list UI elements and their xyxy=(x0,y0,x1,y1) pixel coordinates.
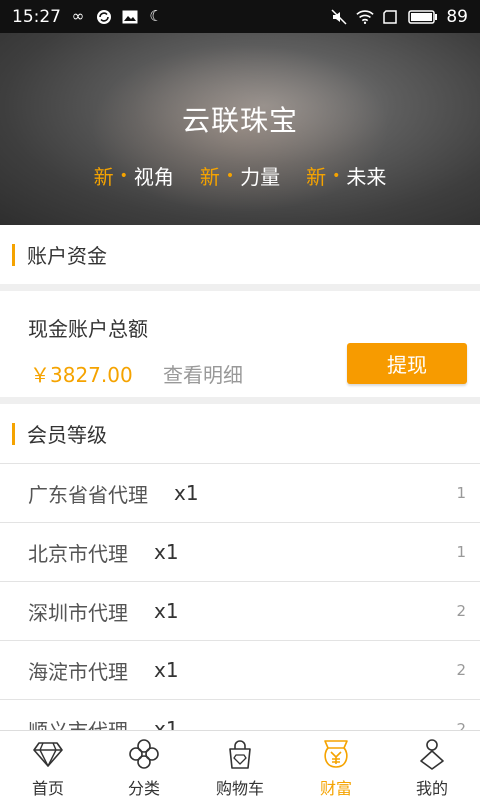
tab-label: 我的 xyxy=(415,779,448,798)
slogan-item: 新 • 未来 xyxy=(306,161,386,190)
image-icon xyxy=(121,8,139,26)
tab-cart[interactable]: 购物车 xyxy=(192,731,288,800)
battery-icon xyxy=(408,8,438,26)
list-item[interactable]: 北京市代理 x1 1 xyxy=(0,522,480,581)
tab-label: 分类 xyxy=(127,779,160,798)
slogan-text: 视角 xyxy=(133,165,174,189)
account-section-title: 账户资金 xyxy=(27,244,107,268)
slogan-highlight: 新 xyxy=(93,165,114,189)
hero-banner: 云联珠宝 新 • 视角 新 • 力量 新 • 未来 xyxy=(0,33,480,225)
cash-amount: ￥3827.00 xyxy=(30,363,133,387)
slogan-item: 新 • 力量 xyxy=(200,161,280,190)
member-multiplier: x1 xyxy=(174,481,199,505)
cash-account-title: 现金账户总额 xyxy=(28,317,148,341)
member-level-name: 顺义市代理 xyxy=(28,715,128,731)
clover-icon xyxy=(129,739,159,769)
slogan-text: 力量 xyxy=(240,165,281,189)
brand-title: 云联珠宝 xyxy=(181,104,298,137)
slogan-row: 新 • 视角 新 • 力量 新 • 未来 xyxy=(0,161,480,190)
diamond-icon xyxy=(33,742,63,767)
list-item[interactable]: 海淀市代理 x1 2 xyxy=(0,640,480,699)
wifi-icon xyxy=(356,8,375,26)
withdraw-button[interactable]: 提现 xyxy=(347,343,467,384)
shopping-bag-icon xyxy=(229,740,251,769)
member-level-name: 海淀市代理 xyxy=(28,659,128,684)
sync-icon xyxy=(95,8,113,26)
section-accent-bar xyxy=(12,243,15,266)
slogan-dot: • xyxy=(225,167,235,184)
tab-category[interactable]: 分类 xyxy=(96,731,192,800)
tab-home[interactable]: 首页 xyxy=(0,731,96,800)
cash-account-card: 现金账户总额 ￥3827.00 查看明细 提现 xyxy=(0,291,480,397)
list-item[interactable]: 广东省省代理 x1 1 xyxy=(0,463,480,522)
member-level-name: 深圳市代理 xyxy=(28,600,128,625)
member-multiplier: x1 xyxy=(154,599,179,623)
member-multiplier: x1 xyxy=(154,717,179,730)
member-level-name: 广东省省代理 xyxy=(28,482,148,507)
tab-label: 购物车 xyxy=(215,779,264,798)
member-multiplier: x1 xyxy=(154,540,179,564)
wealth-icon xyxy=(324,740,348,768)
account-section-header: 账户资金 xyxy=(0,225,480,284)
battery-level: 89 xyxy=(446,6,468,27)
member-section-header: 会员等级 xyxy=(0,404,480,463)
list-item[interactable]: 深圳市代理 x1 2 xyxy=(0,581,480,640)
member-section-title: 会员等级 xyxy=(27,423,107,447)
list-item[interactable]: 顺义市代理 x1 2 xyxy=(0,699,480,730)
section-accent-bar xyxy=(12,422,15,445)
member-level-name: 北京市代理 xyxy=(28,541,128,566)
moon-icon: ☾ xyxy=(149,7,163,25)
bottom-tab-bar: 首页 分类 购物车 财富 我的 xyxy=(0,730,480,800)
member-level-list: 广东省省代理 x1 1 北京市代理 x1 1 深圳市代理 x1 2 海淀市代理 … xyxy=(0,463,480,730)
tab-mine[interactable]: 我的 xyxy=(384,731,480,800)
user-icon xyxy=(420,739,444,770)
status-time: 15:27 xyxy=(12,6,61,27)
tab-label: 首页 xyxy=(31,779,64,798)
mute-icon xyxy=(330,8,348,26)
member-count: 2 xyxy=(456,720,466,730)
view-details-link[interactable]: 查看明细 xyxy=(163,359,243,388)
slogan-highlight: 新 xyxy=(199,165,220,189)
member-count: 2 xyxy=(456,661,466,679)
slogan-highlight: 新 xyxy=(306,165,327,189)
status-bar: 15:27 ∞ ☾ 89 xyxy=(0,0,480,33)
member-count: 1 xyxy=(456,484,466,502)
member-count: 2 xyxy=(456,602,466,620)
slogan-dot: • xyxy=(119,167,128,184)
tab-label: 财富 xyxy=(319,779,352,798)
member-multiplier: x1 xyxy=(154,658,179,682)
slogan-text: 未来 xyxy=(346,165,387,189)
sim-icon xyxy=(382,8,400,26)
slogan-item: 新 • 视角 xyxy=(94,161,174,190)
tab-wealth[interactable]: 财富 xyxy=(288,731,384,800)
infinity-icon: ∞ xyxy=(71,7,85,25)
member-count: 1 xyxy=(456,543,466,561)
slogan-dot: • xyxy=(332,167,341,184)
